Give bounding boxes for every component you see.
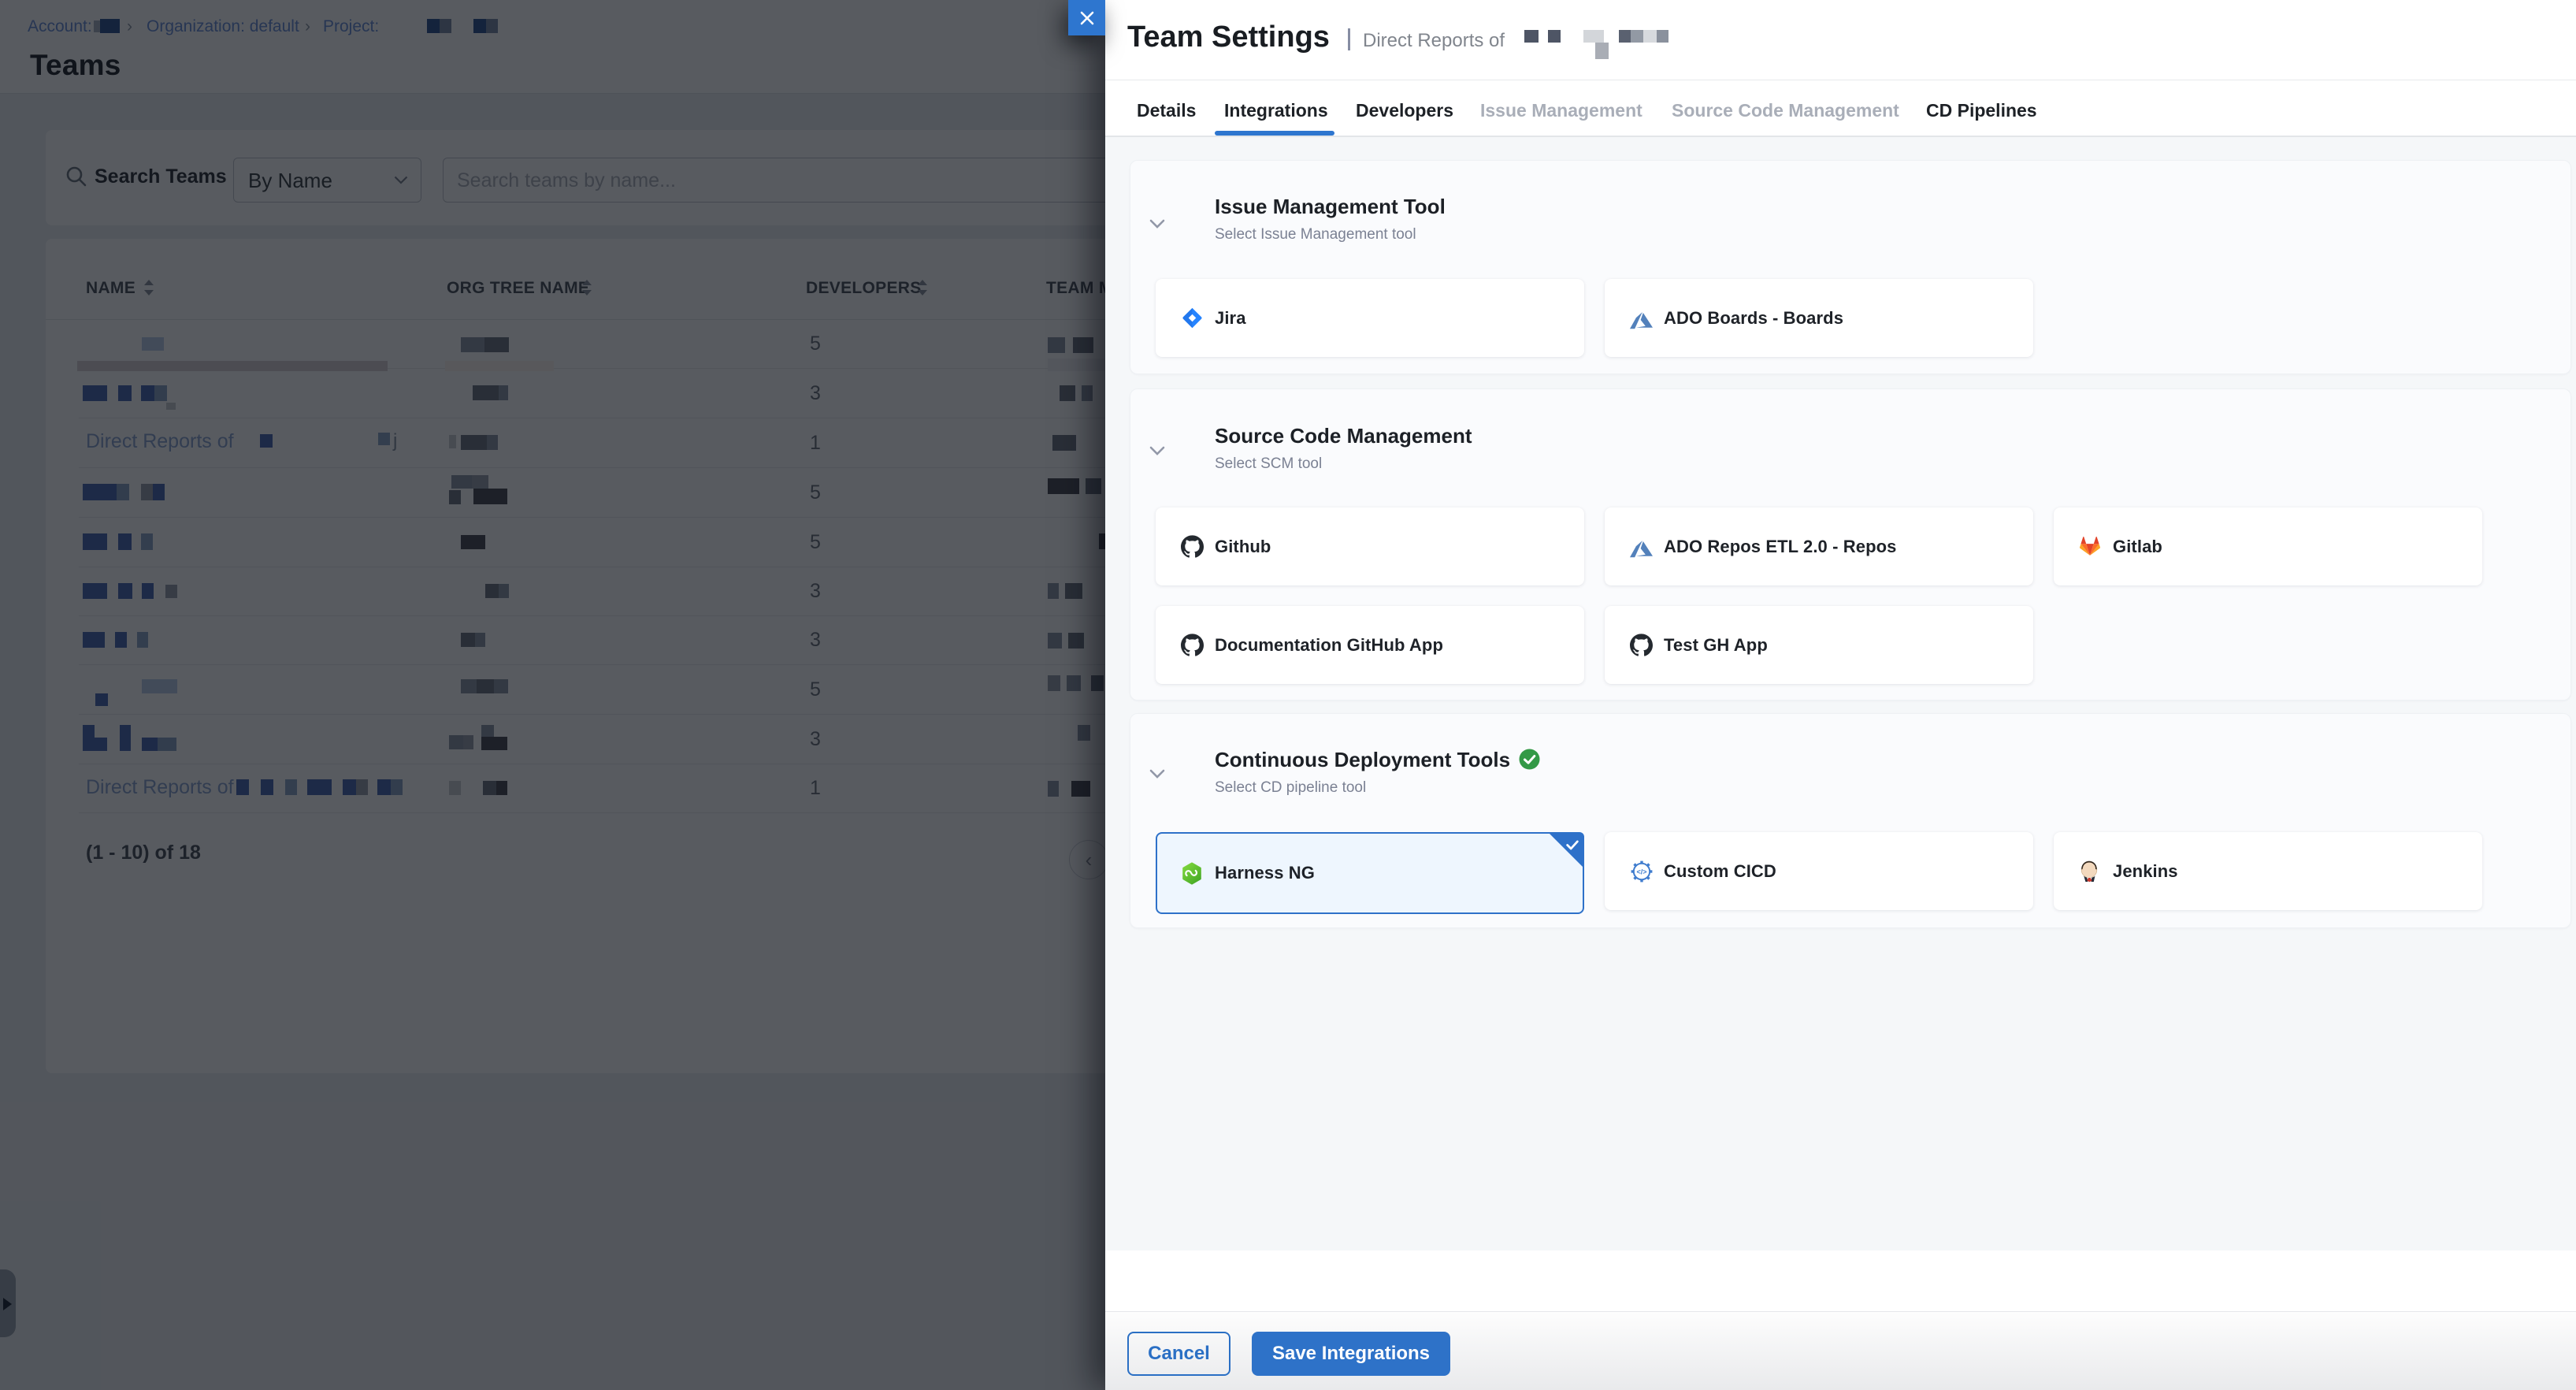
svg-text:</>: </>: [1636, 868, 1646, 876]
